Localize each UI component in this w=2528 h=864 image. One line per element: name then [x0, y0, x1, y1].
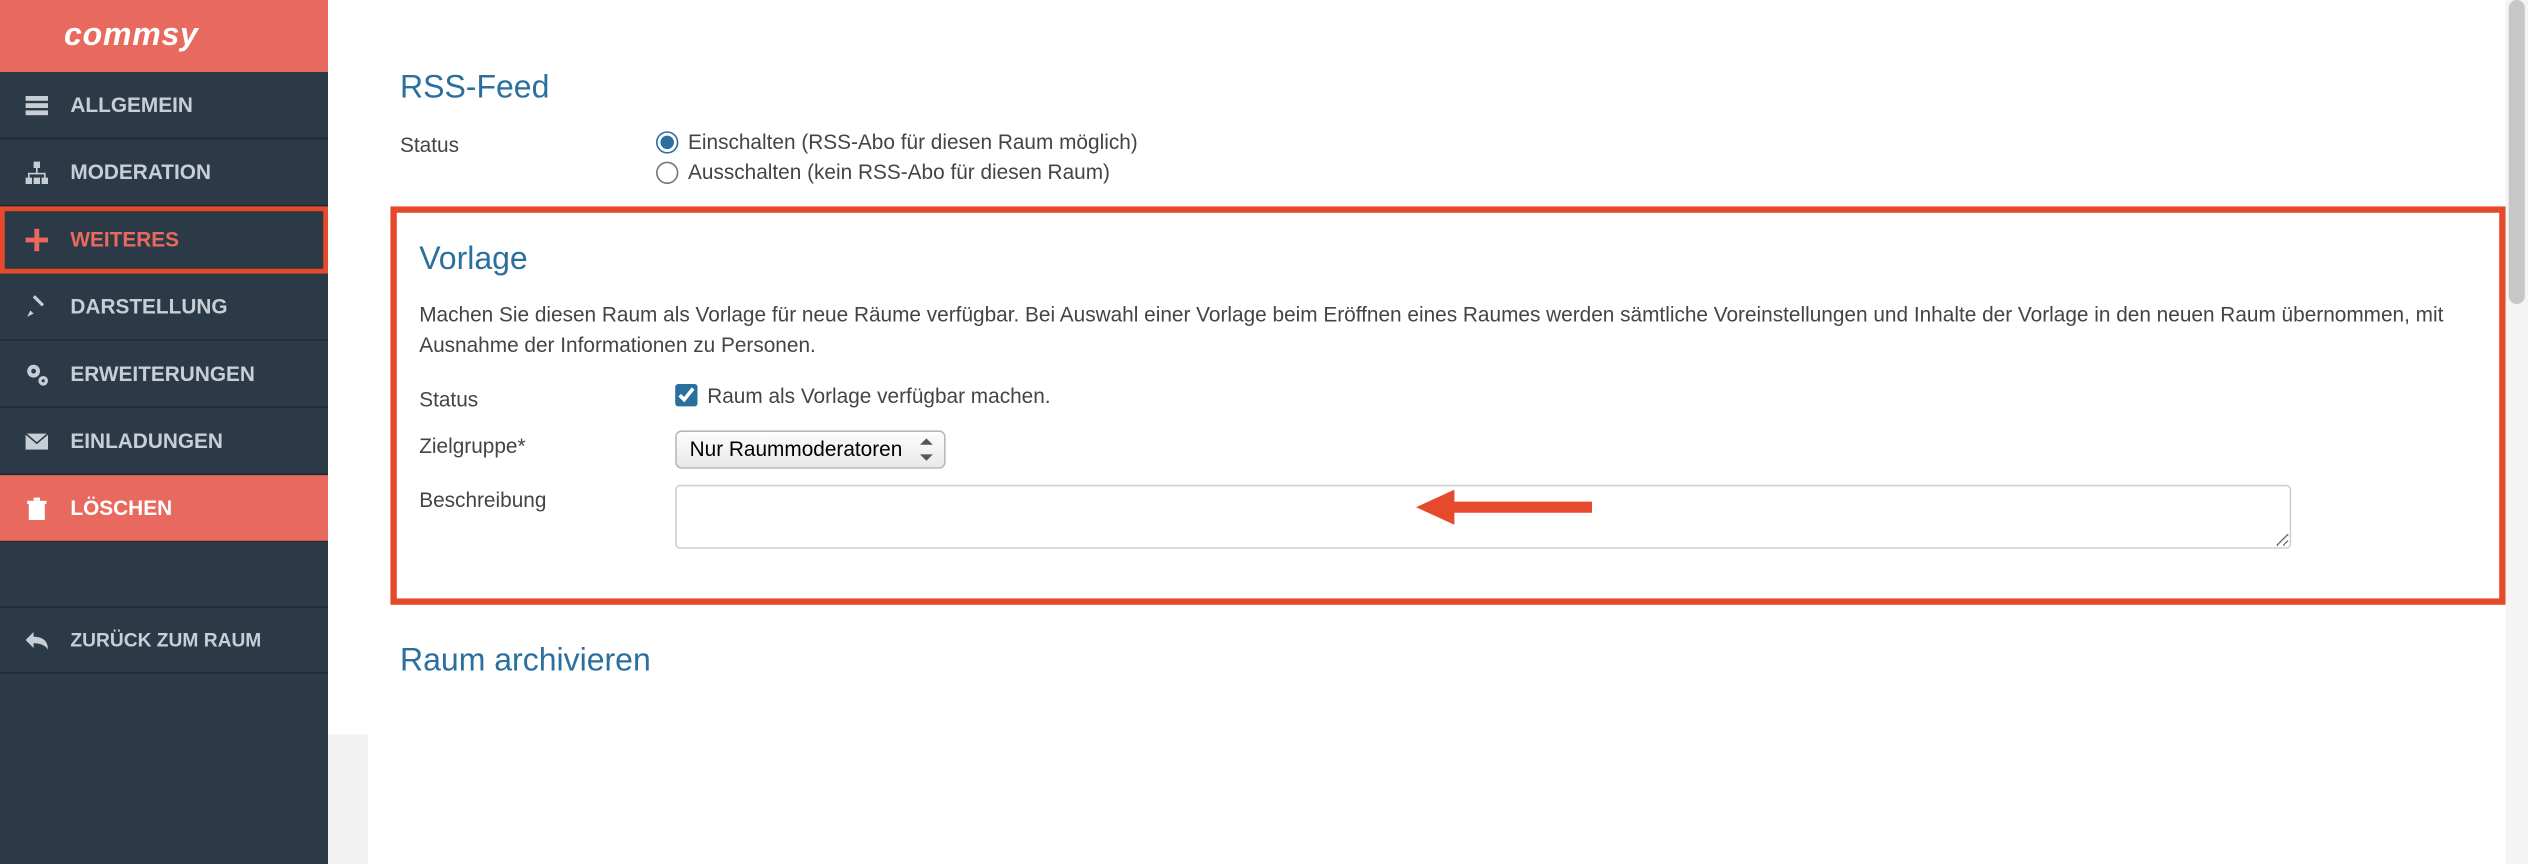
plus-icon: [22, 225, 51, 254]
sidebar: commsy ALLGEMEIN MODERATION WEITERES DAR…: [0, 0, 328, 864]
rss-option-on-label: Einschalten (RSS-Abo für diesen Raum mög…: [688, 130, 1138, 154]
rss-option-on[interactable]: Einschalten (RSS-Abo für diesen Raum mög…: [656, 130, 2496, 154]
gears-icon: [22, 359, 51, 388]
envelope-icon: [22, 426, 51, 455]
brand-logo-text: commsy: [64, 18, 199, 55]
vorlage-checkbox[interactable]: [675, 384, 697, 406]
server-icon: [22, 90, 51, 119]
vorlage-checkbox-label: Raum als Vorlage verfügbar machen.: [707, 384, 1050, 408]
sidebar-item-loeschen[interactable]: LÖSCHEN: [0, 475, 328, 542]
trash-icon: [22, 494, 51, 523]
vorlage-status-row: Status Raum als Vorlage verfügbar machen…: [419, 384, 2477, 414]
vorlage-highlight-box: Vorlage Machen Sie diesen Raum als Vorla…: [390, 206, 2505, 604]
sidebar-item-back[interactable]: ZURÜCK ZUM RAUM: [0, 606, 328, 673]
rss-option-off-label: Ausschalten (kein RSS-Abo für diesen Rau…: [688, 160, 1110, 184]
rss-section-title: RSS-Feed: [400, 70, 2496, 107]
sidebar-item-allgemein[interactable]: ALLGEMEIN: [0, 72, 328, 139]
sidebar-item-label: ERWEITERUNGEN: [70, 362, 255, 386]
sidebar-item-label: WEITERES: [70, 227, 179, 251]
archive-section-title: Raum archivieren: [400, 643, 2496, 680]
sidebar-item-moderation[interactable]: MODERATION: [0, 139, 328, 206]
vorlage-beschreibung-textarea[interactable]: [675, 484, 2291, 548]
sidebar-item-erweiterungen[interactable]: ERWEITERUNGEN: [0, 341, 328, 408]
sidebar-item-label: EINLADUNGEN: [70, 429, 223, 453]
sidebar-item-einladungen[interactable]: EINLADUNGEN: [0, 408, 328, 475]
vorlage-zielgruppe-select[interactable]: Nur Raummoderatoren: [675, 430, 945, 468]
sidebar-item-label: LÖSCHEN: [70, 496, 172, 520]
reply-icon: [22, 626, 51, 655]
sitemap-icon: [22, 158, 51, 187]
rss-status-label: Status: [400, 130, 656, 157]
rss-radio-off[interactable]: [656, 161, 678, 183]
vorlage-beschreibung-row: Beschreibung: [419, 484, 2477, 553]
vorlage-checkbox-wrap[interactable]: Raum als Vorlage verfügbar machen.: [675, 384, 2477, 408]
rss-radio-on[interactable]: [656, 130, 678, 152]
brush-icon: [22, 292, 51, 321]
vorlage-description: Machen Sie diesen Raum als Vorlage für n…: [419, 301, 2477, 361]
vorlage-zielgruppe-label: Zielgruppe*: [419, 430, 675, 457]
sidebar-item-darstellung[interactable]: DARSTELLUNG: [0, 274, 328, 341]
rss-status-row: Status Einschalten (RSS-Abo für diesen R…: [400, 130, 2496, 191]
sidebar-item-label: ALLGEMEIN: [70, 93, 193, 117]
vorlage-zielgruppe-row: Zielgruppe* Nur Raummoderatoren: [419, 430, 2477, 468]
vorlage-status-label: Status: [419, 384, 675, 411]
sidebar-item-label: MODERATION: [70, 160, 211, 184]
main-content: RSS-Feed Status Einschalten (RSS-Abo für…: [328, 0, 2528, 734]
vertical-scrollbar[interactable]: [2506, 0, 2528, 864]
brand-logo: commsy: [0, 0, 328, 72]
rss-option-off[interactable]: Ausschalten (kein RSS-Abo für diesen Rau…: [656, 160, 2496, 184]
sidebar-item-label: ZURÜCK ZUM RAUM: [70, 629, 261, 651]
sidebar-item-weiteres[interactable]: WEITERES: [0, 206, 328, 273]
sidebar-item-label: DARSTELLUNG: [70, 294, 227, 318]
vorlage-beschreibung-label: Beschreibung: [419, 484, 675, 511]
vorlage-section-title: Vorlage: [419, 242, 2477, 279]
scrollbar-thumb[interactable]: [2509, 0, 2525, 304]
